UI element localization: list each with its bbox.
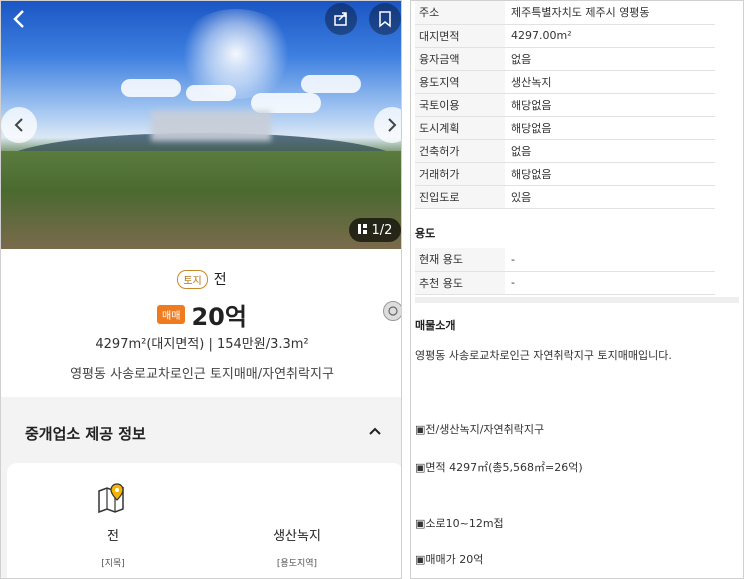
zoning-value: 생산녹지 — [273, 529, 321, 544]
detail-row: 도시계획 해당없음 — [415, 116, 715, 140]
intro-line: ▣소로10~12m접 — [415, 517, 504, 530]
listing-description: 영평동 사송로교차로인근 토지매매/자연취락지구 — [70, 367, 334, 382]
row-key: 건축허가 — [415, 139, 505, 163]
zoning-label: [용도지역] — [276, 559, 318, 569]
row-value: 해당없음 — [505, 162, 715, 186]
area-line: 4297m²(대지면적) | 154만원/3.3m² — [95, 337, 309, 352]
row-value: 없음 — [505, 139, 715, 163]
cloud — [186, 85, 236, 101]
zoning: 생산녹지 [용도지역] — [207, 525, 387, 569]
row-key: 도시계획 — [415, 116, 505, 140]
cloud — [301, 75, 361, 93]
cloud — [251, 93, 321, 113]
section-divider — [415, 297, 739, 303]
row-value: 있음 — [505, 185, 715, 209]
row-key: 용도지역 — [415, 70, 505, 94]
detail-row: 건축허가 없음 — [415, 139, 715, 163]
intro-title: 매물소개 — [415, 319, 456, 332]
price: 20억 — [191, 303, 247, 331]
prev-photo-icon[interactable] — [1, 107, 37, 143]
detail-row: 거래허가 해당없음 — [415, 162, 715, 186]
intro-line: ▣매매가 20억 — [415, 553, 484, 566]
row-key: 현재 용도 — [415, 248, 505, 272]
row-key: 추천 용도 — [415, 271, 505, 295]
land-category-value: 전 — [107, 529, 119, 544]
field — [1, 151, 401, 249]
usage-row: 추천 용도 - — [415, 271, 715, 295]
detail-row: 대지면적 4297.00m² — [415, 24, 715, 48]
intro-line: 영평동 사송로교차로인근 자연취락지구 토지매매입니다. — [415, 349, 672, 362]
land-category-label: [지목] — [101, 559, 125, 569]
intro-line: ▣면적 4297㎡(총5,568㎡=26억) — [415, 461, 583, 474]
detail-table: 주소 제주특별자치도 제주시 영평동 대지면적 4297.00m² 융자금액 없음 용도지역… — [415, 1, 715, 209]
row-value: 해당없음 — [505, 93, 715, 117]
detail-row: 국토이용 해당없음 — [415, 93, 715, 117]
row-value: - — [505, 248, 715, 272]
detail-row: 주소 제주특별자치도 제주시 영평동 — [415, 1, 715, 25]
row-value: 해당없음 — [505, 116, 715, 140]
land-type: 전 — [213, 272, 227, 288]
land-category: 전 [지목] — [23, 525, 203, 569]
detail-row: 용도지역 생산녹지 — [415, 70, 715, 94]
listing-panel: 1/2 토지 전 매매 20억 4297m²(대지면적) | 154만원/3.3… — [0, 0, 402, 579]
detail-row: 융자금액 없음 — [415, 47, 715, 71]
map-icon — [95, 481, 131, 517]
broker-info-section: 중개업소 제공 정보 전 [지목] 생산녹지 [용도지역] — [1, 397, 401, 578]
detail-row: 진입도로 있음 — [415, 185, 715, 209]
row-value: 없음 — [505, 47, 715, 71]
photo-counter[interactable]: 1/2 — [349, 218, 401, 242]
row-value: 4297.00m² — [505, 24, 715, 48]
share-icon[interactable] — [325, 3, 357, 35]
row-key: 국토이용 — [415, 93, 505, 117]
intro-line: ▣전/생산녹지/자연취락지구 — [415, 423, 545, 436]
row-key: 대지면적 — [415, 24, 505, 48]
cloud — [121, 79, 181, 97]
usage-table: 현재 용도 - 추천 용도 - — [415, 248, 715, 295]
next-photo-icon[interactable] — [374, 107, 401, 143]
usage-title: 용도 — [415, 227, 436, 240]
broker-section-title: 중개업소 제공 정보 — [25, 425, 146, 443]
row-key: 진입도로 — [415, 185, 505, 209]
usage-row: 현재 용도 - — [415, 248, 715, 272]
listing-photo[interactable]: 1/2 — [1, 1, 401, 249]
bookmark-icon[interactable] — [369, 3, 401, 35]
back-icon[interactable] — [5, 5, 33, 33]
row-value: - — [505, 271, 715, 295]
sale-badge: 매매 — [157, 305, 186, 324]
blurred-watermark — [151, 111, 271, 141]
land-badge: 토지 — [177, 269, 208, 289]
photo-counter-text: 1/2 — [371, 222, 393, 238]
row-key: 거래허가 — [415, 162, 505, 186]
row-value: 제주특별자치도 제주시 영평동 — [505, 1, 715, 25]
broker-card: 전 [지목] 생산녹지 [용도지역] — [7, 463, 401, 578]
row-key: 주소 — [415, 1, 505, 25]
gallery-icon — [357, 223, 367, 238]
row-value: 생산녹지 — [505, 70, 715, 94]
chevron-up-icon[interactable] — [363, 419, 387, 443]
detail-panel: 주소 제주특별자치도 제주시 영평동 대지면적 4297.00m² 융자금액 없음 용도지역… — [410, 0, 744, 579]
floating-helper-icon[interactable] — [383, 301, 401, 321]
listing-summary: 토지 전 매매 20억 4297m²(대지면적) | 154만원/3.3m² 영… — [1, 249, 401, 397]
row-key: 융자금액 — [415, 47, 505, 71]
